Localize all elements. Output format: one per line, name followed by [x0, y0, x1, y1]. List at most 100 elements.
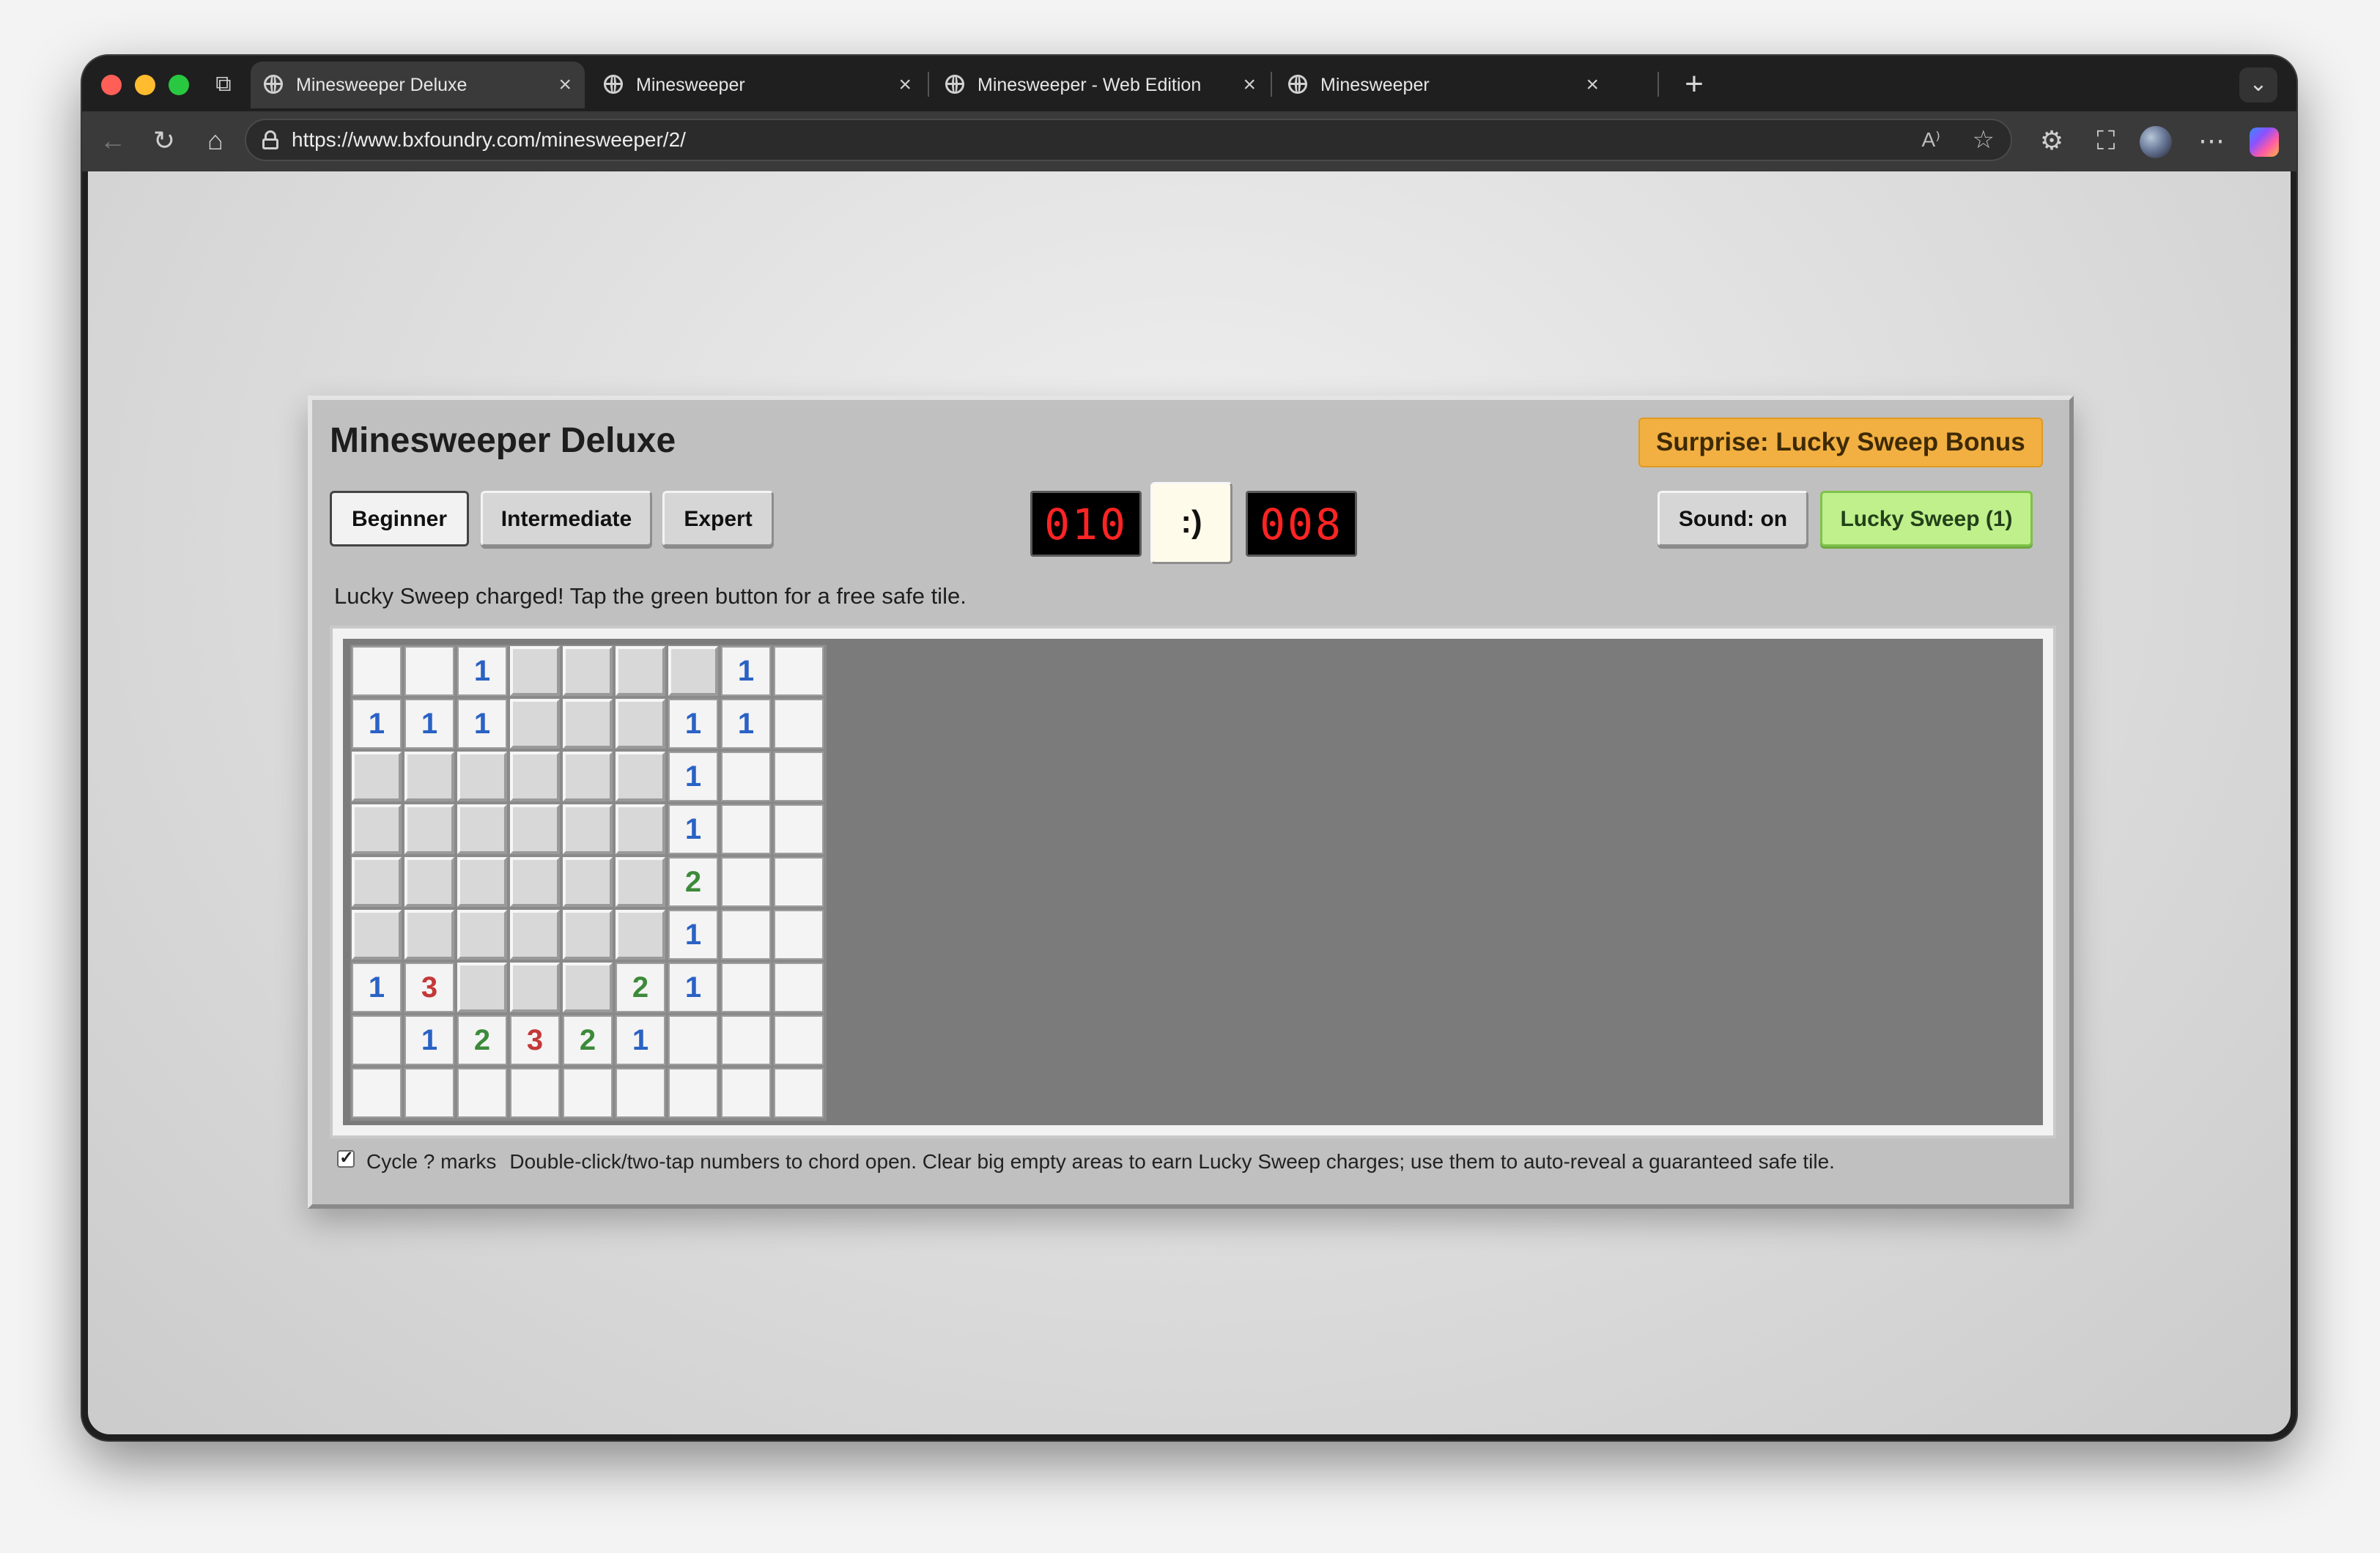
covered-cell[interactable] [457, 752, 507, 801]
copilot-icon[interactable] [2250, 127, 2279, 157]
revealed-cell[interactable]: 1 [668, 752, 718, 801]
profile-avatar[interactable] [2140, 126, 2172, 158]
revealed-cell[interactable] [721, 963, 771, 1012]
covered-cell[interactable] [352, 804, 402, 854]
close-tab-icon[interactable]: × [898, 62, 912, 108]
revealed-cell[interactable]: 1 [352, 699, 402, 749]
revealed-cell[interactable]: 2 [563, 1015, 613, 1065]
revealed-cell[interactable] [457, 1068, 507, 1118]
covered-cell[interactable] [404, 857, 454, 907]
revealed-cell[interactable] [352, 1068, 402, 1118]
favorite-star-icon[interactable]: ☆ [1973, 123, 1995, 157]
revealed-cell[interactable] [721, 857, 771, 907]
cycle-marks-label[interactable]: Cycle ? marks [366, 1150, 496, 1173]
zoom-window-button[interactable] [169, 75, 189, 95]
covered-cell[interactable] [563, 857, 613, 907]
revealed-cell[interactable] [721, 804, 771, 854]
more-icon[interactable]: ⋯ [2192, 122, 2231, 160]
revealed-cell[interactable]: 2 [616, 963, 665, 1012]
covered-cell[interactable] [510, 646, 560, 696]
face-reset-button[interactable]: :) [1150, 482, 1232, 564]
covered-cell[interactable] [616, 804, 665, 854]
url-text[interactable]: https://www.bxfoundry.com/minesweeper/2/ [292, 120, 686, 160]
revealed-cell[interactable]: 1 [668, 804, 718, 854]
covered-cell[interactable] [510, 910, 560, 960]
revealed-cell[interactable]: 1 [668, 963, 718, 1012]
covered-cell[interactable] [563, 646, 613, 696]
covered-cell[interactable] [563, 752, 613, 801]
revealed-cell[interactable] [404, 646, 454, 696]
revealed-cell[interactable]: 1 [721, 699, 771, 749]
covered-cell[interactable] [404, 752, 454, 801]
tab-minesweeper[interactable]: Minesweeper × [591, 62, 925, 108]
covered-cell[interactable] [668, 646, 718, 696]
revealed-cell[interactable]: 1 [668, 910, 718, 960]
revealed-cell[interactable] [352, 646, 402, 696]
close-tab-icon[interactable]: × [1586, 62, 1599, 108]
revealed-cell[interactable] [774, 963, 824, 1012]
revealed-cell[interactable]: 1 [721, 646, 771, 696]
covered-cell[interactable] [563, 699, 613, 749]
covered-cell[interactable] [457, 910, 507, 960]
screenshot-icon[interactable]: ⛶ [2087, 122, 2125, 160]
home-icon[interactable]: ⌂ [196, 122, 234, 160]
covered-cell[interactable] [616, 646, 665, 696]
difficulty-intermediate-button[interactable]: Intermediate [481, 491, 652, 546]
covered-cell[interactable] [510, 857, 560, 907]
revealed-cell[interactable] [668, 1015, 718, 1065]
covered-cell[interactable] [457, 963, 507, 1012]
revealed-cell[interactable] [616, 1068, 665, 1118]
revealed-cell[interactable]: 1 [616, 1015, 665, 1065]
covered-cell[interactable] [563, 910, 613, 960]
covered-cell[interactable] [616, 857, 665, 907]
revealed-cell[interactable]: 1 [457, 699, 507, 749]
revealed-cell[interactable] [563, 1068, 613, 1118]
covered-cell[interactable] [404, 910, 454, 960]
revealed-cell[interactable]: 2 [457, 1015, 507, 1065]
close-tab-icon[interactable]: × [1243, 62, 1256, 108]
revealed-cell[interactable] [404, 1068, 454, 1118]
revealed-cell[interactable] [774, 646, 824, 696]
revealed-cell[interactable] [774, 1068, 824, 1118]
revealed-cell[interactable] [721, 910, 771, 960]
covered-cell[interactable] [352, 910, 402, 960]
reload-icon[interactable]: ↻ [145, 122, 183, 160]
covered-cell[interactable] [352, 752, 402, 801]
covered-cell[interactable] [563, 963, 613, 1012]
revealed-cell[interactable]: 1 [457, 646, 507, 696]
covered-cell[interactable] [510, 963, 560, 1012]
revealed-cell[interactable]: 1 [404, 699, 454, 749]
revealed-cell[interactable]: 1 [404, 1015, 454, 1065]
revealed-cell[interactable]: 1 [352, 963, 402, 1012]
revealed-cell[interactable]: 3 [510, 1015, 560, 1065]
covered-cell[interactable] [563, 804, 613, 854]
sound-toggle-button[interactable]: Sound: on [1658, 491, 1808, 546]
lock-icon[interactable] [262, 130, 278, 149]
revealed-cell[interactable] [721, 1015, 771, 1065]
covered-cell[interactable] [510, 699, 560, 749]
close-window-button[interactable] [101, 75, 122, 95]
new-tab-button[interactable]: + [1671, 62, 1718, 108]
revealed-cell[interactable] [774, 857, 824, 907]
extensions-icon[interactable]: ⚙ [2033, 122, 2071, 160]
revealed-cell[interactable] [721, 1068, 771, 1118]
revealed-cell[interactable] [774, 699, 824, 749]
covered-cell[interactable] [457, 804, 507, 854]
covered-cell[interactable] [510, 804, 560, 854]
revealed-cell[interactable] [668, 1068, 718, 1118]
revealed-cell[interactable] [774, 752, 824, 801]
covered-cell[interactable] [352, 857, 402, 907]
covered-cell[interactable] [616, 699, 665, 749]
tab-minesweeper-deluxe[interactable]: Minesweeper Deluxe × [251, 62, 585, 108]
address-bar[interactable]: https://www.bxfoundry.com/minesweeper/2/… [245, 119, 2012, 161]
revealed-cell[interactable]: 1 [668, 699, 718, 749]
covered-cell[interactable] [404, 804, 454, 854]
close-tab-icon[interactable]: × [558, 62, 572, 108]
revealed-cell[interactable] [774, 804, 824, 854]
difficulty-expert-button[interactable]: Expert [662, 491, 774, 546]
minimize-window-button[interactable] [135, 75, 155, 95]
workspaces-icon[interactable]: ⧉ [211, 72, 236, 97]
chevron-down-icon[interactable]: ⌄ [2239, 67, 2277, 103]
revealed-cell[interactable] [721, 752, 771, 801]
revealed-cell[interactable]: 3 [404, 963, 454, 1012]
